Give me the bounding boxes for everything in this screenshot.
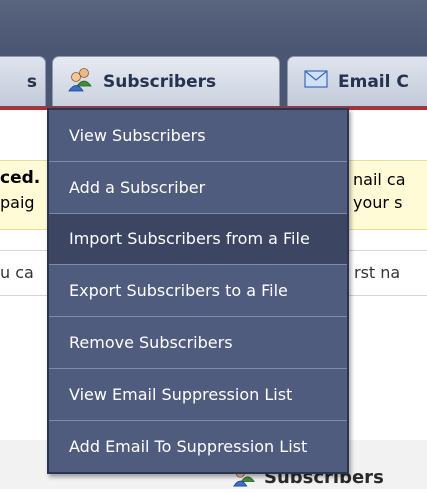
notice-text-left-2: paig (0, 193, 35, 212)
notice-text-right-1: nail ca (353, 170, 406, 189)
menu-item-export-subscribers[interactable]: Export Subscribers to a File (49, 265, 347, 318)
tab-email-label: Email C (338, 71, 409, 92)
tab-email-campaigns[interactable]: Email C (287, 56, 427, 106)
tab-previous-label: s (26, 71, 37, 92)
notice-text-right-2: your s (353, 193, 403, 212)
menu-item-add-to-suppression-list[interactable]: Add Email To Suppression List (49, 421, 347, 473)
notice-text-left-1: ced. (0, 168, 41, 188)
menu-item-remove-subscribers[interactable]: Remove Subscribers (49, 317, 347, 369)
top-header-bar (0, 0, 427, 52)
menu-item-view-suppression-list[interactable]: View Email Suppression List (49, 369, 347, 421)
tab-subscribers[interactable]: Subscribers (52, 56, 280, 106)
menu-item-label: View Email Suppression List (69, 384, 293, 404)
tab-previous[interactable]: s (0, 56, 46, 106)
menu-item-import-subscribers[interactable]: Import Subscribers from a File (49, 213, 347, 266)
menu-item-label: Remove Subscribers (69, 333, 233, 353)
menu-item-add-subscriber[interactable]: Add a Subscriber (49, 162, 347, 214)
menu-item-label: Add a Subscriber (69, 177, 206, 197)
menu-item-label: Add Email To Suppression List (69, 437, 308, 457)
info-text-left: u ca (0, 263, 34, 282)
menu-item-view-subscribers[interactable]: View Subscribers (49, 110, 347, 162)
info-text-right: rst na (354, 263, 401, 282)
envelope-icon (304, 70, 328, 93)
menu-item-label: View Subscribers (69, 125, 206, 145)
subscribers-dropdown-menu: View Subscribers Add a Subscriber Import… (47, 108, 349, 474)
menu-item-label: Export Subscribers to a File (69, 281, 288, 301)
tab-subscribers-label: Subscribers (103, 71, 217, 92)
users-icon (67, 66, 93, 97)
menu-item-label: Import Subscribers from a File (69, 229, 310, 249)
